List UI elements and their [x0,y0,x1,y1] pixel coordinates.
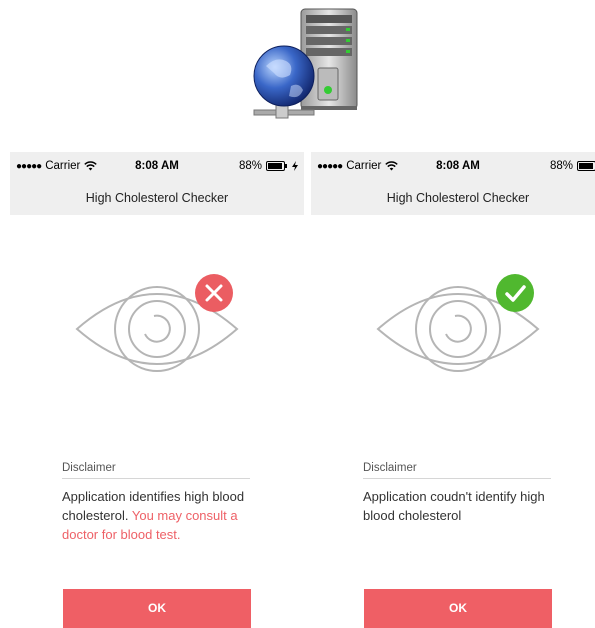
status-bar: ●●●●● Carrier 8:08 AM 88% [311,152,595,182]
nav-title: High Cholesterol Checker [311,182,595,215]
status-bar: ●●●●● Carrier 8:08 AM 88% [10,152,304,182]
battery-percent: 88% [238,160,262,172]
disclaimer-label: Disclaimer [363,462,551,479]
message-text: Application coudn't identify high blood … [363,489,545,523]
result-message: Application coudn't identify high blood … [363,487,563,525]
charging-bolt-icon [292,161,298,171]
disclaimer-label: Disclaimer [62,462,250,479]
nav-title: High Cholesterol Checker [10,182,304,215]
phone-screen-success: ●●●●● Carrier 8:08 AM 88% High Cholester… [311,152,595,628]
success-badge [496,274,534,312]
battery-icon [577,161,595,171]
ok-button[interactable]: OK [364,589,552,628]
result-message: Application identifies high blood choles… [62,487,262,544]
error-badge [195,274,233,312]
x-icon [205,284,223,302]
checkmark-icon [505,285,526,302]
phone-screen-error: ●●●●● Carrier 8:08 AM 88% High Cholester… [10,152,304,628]
battery-icon [266,161,287,171]
server-globe-icon [253,8,358,119]
ok-button[interactable]: OK [63,589,251,628]
battery-percent: 88% [549,160,573,172]
